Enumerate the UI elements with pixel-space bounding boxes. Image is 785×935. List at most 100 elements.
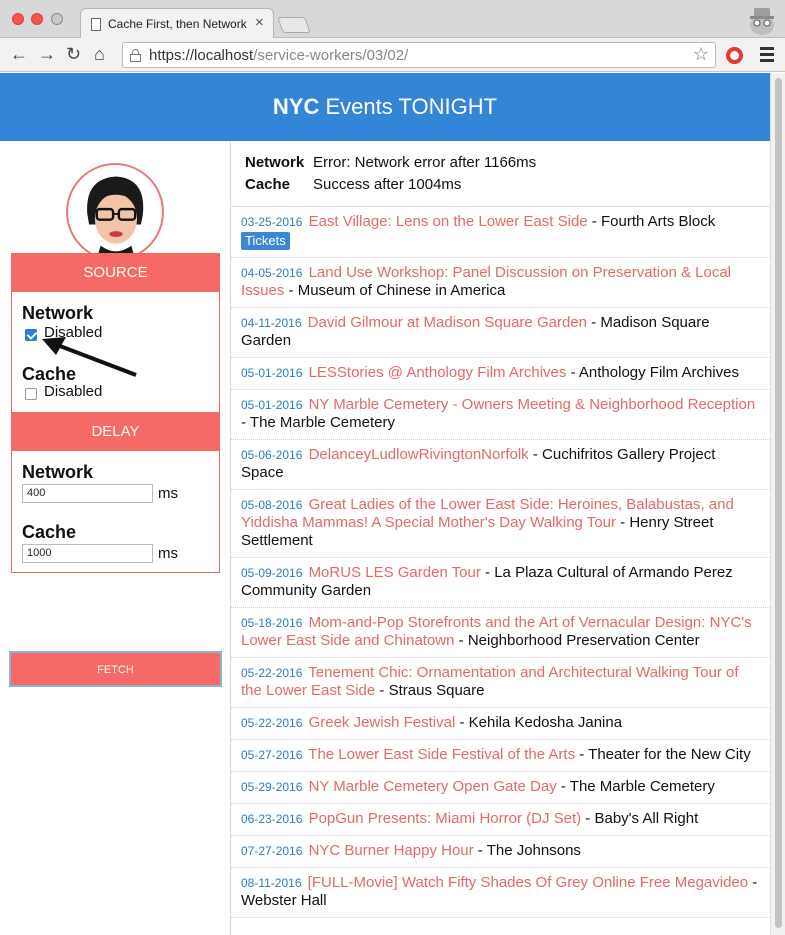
reload-icon[interactable]: ↻ <box>66 43 81 65</box>
event-item: 05-22-2016 Tenement Chic: Ornamentation … <box>231 658 770 708</box>
menu-icon[interactable] <box>760 47 774 65</box>
event-date: 05-18-2016 <box>241 616 303 630</box>
forward-arrow-icon[interactable]: → <box>38 43 56 65</box>
event-date: 05-09-2016 <box>241 566 303 580</box>
avatar <box>66 163 164 261</box>
browser-tab[interactable]: Cache First, then Network × <box>80 8 274 38</box>
event-venue: The Marble Cemetery <box>249 414 395 431</box>
event-item: 04-11-2016 David Gilmour at Madison Squa… <box>231 308 770 358</box>
event-date: 05-29-2016 <box>241 780 303 794</box>
event-date: 05-22-2016 <box>241 716 303 730</box>
event-date: 04-05-2016 <box>241 266 303 280</box>
event-venue: Museum of Chinese in America <box>297 282 506 299</box>
source-title: SOURCE <box>12 254 219 292</box>
event-item: 05-09-2016 MoRUS LES Garden Tour - La Pl… <box>231 558 770 608</box>
event-item: 05-18-2016 Mom-and-Pop Storefronts and t… <box>231 608 770 658</box>
event-title-link[interactable]: NY Marble Cemetery Open Gate Day <box>309 778 557 795</box>
event-date: 05-22-2016 <box>241 666 303 680</box>
event-item: 05-22-2016 Greek Jewish Festival - Kehil… <box>231 708 770 740</box>
tab-title: Cache First, then Network <box>108 17 247 31</box>
document-icon <box>91 18 101 31</box>
event-title-link[interactable]: The Lower East Side Festival of the Arts <box>308 746 575 763</box>
home-icon[interactable]: ⌂ <box>94 43 105 65</box>
close-window-button[interactable] <box>12 13 24 25</box>
event-date: 03-25-2016 <box>241 215 303 229</box>
cache-delay-input[interactable]: 1000 <box>22 544 153 563</box>
event-item: 07-27-2016 NYC Burner Happy Hour - The J… <box>231 836 770 868</box>
sidebar: SOURCE Network Disabled Cache Disabled D… <box>0 141 231 935</box>
main-content: Network Error: Network error after 1166ms… <box>231 141 770 935</box>
page-viewport: NYC Events TONIGHT SOURCE Network Disabl… <box>0 73 770 935</box>
event-title-link[interactable]: PopGun Presents: Miami Horror (DJ Set) <box>309 810 582 827</box>
event-venue: Baby's All Right <box>594 810 699 827</box>
event-date: 07-27-2016 <box>241 844 303 858</box>
incognito-icon <box>750 8 774 35</box>
event-item: 06-23-2016 PopGun Presents: Miami Horror… <box>231 804 770 836</box>
event-venue: The Johnsons <box>486 842 581 859</box>
tickets-button[interactable]: Tickets <box>241 232 290 250</box>
delay-panel: DELAY Network 400 ms Cache 1000 ms <box>11 413 220 573</box>
event-item: 05-27-2016 The Lower East Side Festival … <box>231 740 770 772</box>
delay-title: DELAY <box>12 413 219 451</box>
event-date: 05-08-2016 <box>241 498 303 512</box>
event-item: 05-01-2016 LESStories @ Anthology Film A… <box>231 358 770 390</box>
event-date: 04-11-2016 <box>241 316 302 330</box>
opera-icon[interactable] <box>726 47 743 64</box>
status-box: Network Error: Network error after 1166ms… <box>231 141 770 207</box>
event-date: 06-23-2016 <box>241 812 303 826</box>
event-title-link[interactable]: LESStories @ Anthology Film Archives <box>309 364 567 381</box>
event-venue: Fourth Arts Block <box>600 213 716 230</box>
event-date: 05-01-2016 <box>241 398 303 412</box>
event-item: 03-25-2016 East Village: Lens on the Low… <box>231 207 770 258</box>
event-title-link[interactable]: NYC Burner Happy Hour <box>309 842 474 859</box>
scrollbar-thumb[interactable] <box>775 78 782 928</box>
close-tab-icon[interactable]: × <box>255 14 264 31</box>
network-delay-unit: ms <box>158 485 178 502</box>
event-venue: Webster Hall <box>241 892 327 909</box>
event-title-link[interactable]: Tenement Chic: Ornamentation and Archite… <box>241 664 739 699</box>
event-title-link[interactable]: David Gilmour at Madison Square Garden <box>308 314 587 331</box>
event-date: 05-01-2016 <box>241 366 303 380</box>
event-title-link[interactable]: [FULL-Movie] Watch Fifty Shades Of Grey … <box>308 874 748 891</box>
event-venue: Straus Square <box>388 682 485 699</box>
url-text: https://localhost/service-workers/03/02/ <box>149 47 409 64</box>
globe-icon <box>51 13 63 25</box>
event-title-link[interactable]: NY Marble Cemetery - Owners Meeting & Ne… <box>309 396 756 413</box>
delay-network-label: Network <box>22 462 94 482</box>
network-status: Network Error: Network error after 1166ms <box>245 154 537 171</box>
event-title-link[interactable]: Greek Jewish Festival <box>309 714 456 731</box>
cache-status: Cache Success after 1004ms <box>245 176 462 193</box>
event-item: 05-08-2016 Great Ladies of the Lower Eas… <box>231 490 770 558</box>
minimize-window-button[interactable] <box>31 13 43 25</box>
cache-delay-unit: ms <box>158 545 178 562</box>
event-date: 08-11-2016 <box>241 876 302 890</box>
event-item: 04-05-2016 Land Use Workshop: Panel Disc… <box>231 258 770 308</box>
network-label: Network <box>22 303 94 323</box>
network-delay-input[interactable]: 400 <box>22 484 153 503</box>
event-title-link[interactable]: MoRUS LES Garden Tour <box>309 564 481 581</box>
event-date: 05-27-2016 <box>241 748 303 762</box>
new-tab-button[interactable] <box>277 17 311 33</box>
browser-toolbar: ← → ↻ ⌂ https://localhost/service-worker… <box>0 38 785 72</box>
bookmark-star-icon[interactable]: ☆ <box>693 44 709 65</box>
event-venue: Theater for the New City <box>588 746 751 763</box>
event-item: 08-11-2016 [FULL-Movie] Watch Fifty Shad… <box>231 868 770 918</box>
event-venue: Kehila Kedosha Janina <box>468 714 623 731</box>
event-item: 05-29-2016 NY Marble Cemetery Open Gate … <box>231 772 770 804</box>
event-item: 05-06-2016 DelanceyLudlowRivingtonNorfol… <box>231 440 770 490</box>
event-item: 05-01-2016 NY Marble Cemetery - Owners M… <box>231 390 770 440</box>
lock-icon <box>130 49 141 62</box>
annotation-arrow <box>42 337 137 377</box>
back-arrow-icon[interactable]: ← <box>10 43 28 65</box>
address-bar[interactable]: https://localhost/service-workers/03/02/… <box>122 42 716 68</box>
browser-tabstrip: Cache First, then Network × <box>0 0 785 38</box>
events-list: 03-25-2016 East Village: Lens on the Low… <box>231 207 770 918</box>
fetch-button[interactable]: FETCH <box>9 651 222 687</box>
delay-cache-label: Cache <box>22 522 77 542</box>
event-title-link[interactable]: DelanceyLudlowRivingtonNorfolk <box>309 446 529 463</box>
event-venue: Anthology Film Archives <box>578 364 739 381</box>
event-venue: Neighborhood Preservation Center <box>467 632 700 649</box>
event-date: 05-06-2016 <box>241 448 303 462</box>
scrollbar[interactable] <box>770 73 785 935</box>
event-title-link[interactable]: East Village: Lens on the Lower East Sid… <box>309 213 588 230</box>
